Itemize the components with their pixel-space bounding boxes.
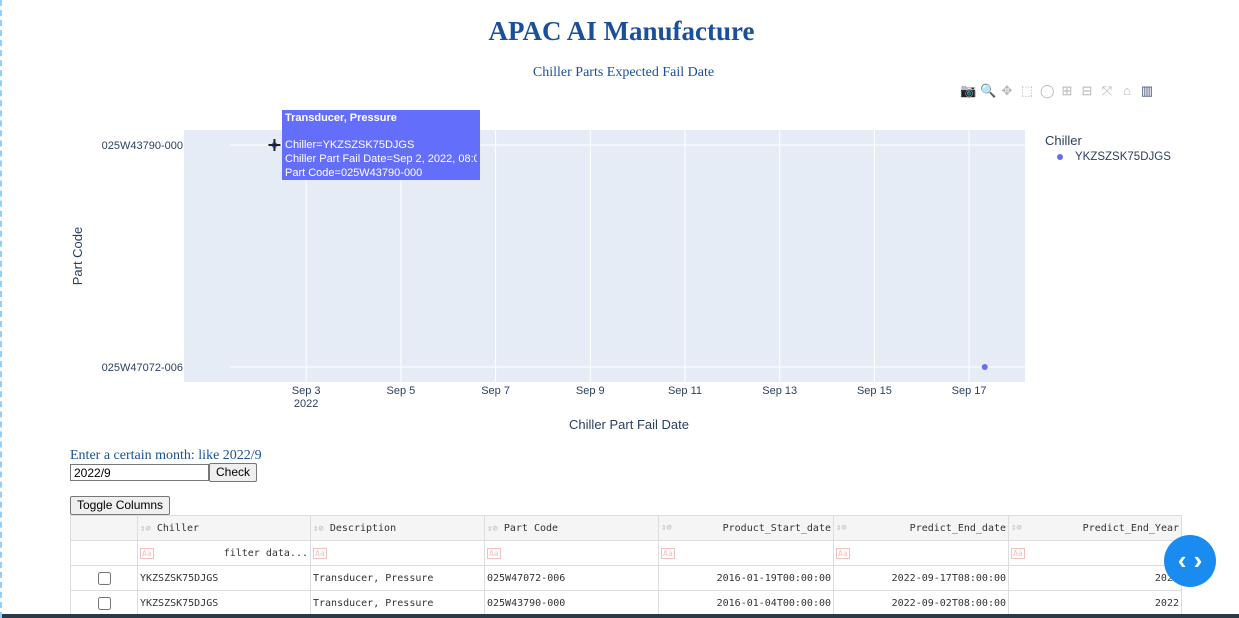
table-row: YKZSZSK75DJGS Transducer, Pressure 025W4… bbox=[70, 565, 1182, 591]
x-tick-label: Sep 15 bbox=[857, 385, 892, 397]
x-tick-label: Sep 17 bbox=[952, 385, 987, 397]
month-input[interactable] bbox=[70, 464, 209, 481]
x-tick-label: Sep 5 bbox=[387, 385, 416, 397]
chart: Sep 32022 Sep 5 Sep 7 Sep 9 Sep 11 Sep 13 Sep … bbox=[70, 130, 1025, 432]
y-axis-title: Part Code bbox=[70, 227, 85, 286]
x-tick-label: Sep 7 bbox=[481, 385, 510, 397]
column-header[interactable]: ⇕⊘ Description bbox=[310, 515, 485, 541]
column-header[interactable]: ⇕⊘ Product_Start_date bbox=[658, 515, 834, 541]
row-checkbox[interactable] bbox=[98, 596, 111, 610]
filter-input[interactable]: Aa bbox=[833, 540, 1009, 566]
x-tick-label: Sep 3 bbox=[292, 385, 321, 397]
filter-input[interactable]: Aa bbox=[484, 540, 659, 566]
column-header[interactable]: ⇕⊘ Predict_End_Year bbox=[1008, 515, 1182, 541]
header-row: ⇕⊘ Chiller ⇕⊘ Description ⇕⊘ Part Code ⇕… bbox=[70, 515, 1182, 541]
legend-title: Chiller bbox=[1045, 133, 1082, 148]
cell: Transducer, Pressure bbox=[310, 565, 485, 591]
cell: 2016-01-04T00:00:00 bbox=[658, 590, 834, 616]
table-row: YKZSZSK75DJGS Transducer, Pressure 025W4… bbox=[70, 590, 1182, 616]
x-tick-label: Sep 9 bbox=[576, 385, 605, 397]
column-header[interactable]: ⇕⊘ Part Code bbox=[484, 515, 659, 541]
y-tick-label: 025W47072-006 bbox=[102, 362, 183, 374]
legend: Chiller YKZSZSK75DJGS bbox=[1045, 133, 1171, 163]
column-header[interactable]: ⇕⊘ Chiller bbox=[137, 515, 311, 541]
cell: 2016-01-19T00:00:00 bbox=[658, 565, 834, 591]
tooltip-title: Transducer, Pressure bbox=[285, 112, 397, 124]
cell: Transducer, Pressure bbox=[310, 590, 485, 616]
cell: 2022-09-17T08:00:00 bbox=[833, 565, 1009, 591]
check-button[interactable]: Check bbox=[209, 463, 258, 482]
legend-marker bbox=[1057, 153, 1063, 160]
cell: 2022-09-02T08:00:00 bbox=[833, 590, 1009, 616]
x-axis-title: Chiller Part Fail Date bbox=[569, 417, 689, 432]
x-tick-sublabel: 2022 bbox=[294, 398, 318, 410]
cell: 025W43790-000 bbox=[484, 590, 659, 616]
scrollbar[interactable] bbox=[2, 614, 1239, 618]
cell: 2022 bbox=[1008, 590, 1182, 616]
filter-input[interactable]: Aa bbox=[1008, 540, 1182, 566]
filter-input[interactable]: Aa filter data... bbox=[137, 540, 311, 566]
cell: 2022 bbox=[1008, 565, 1182, 591]
month-prompt: Enter a certain month: like 2022/9 bbox=[70, 448, 262, 463]
hover-tooltip: Transducer, Pressure Chiller=YKZSZSK75DJ… bbox=[282, 110, 480, 180]
data-table: ⇕⊘ Chiller ⇕⊘ Description ⇕⊘ Part Code ⇕… bbox=[70, 515, 1182, 616]
x-tick-label: Sep 11 bbox=[668, 385, 702, 397]
cell: YKZSZSK75DJGS bbox=[137, 590, 311, 616]
filter-input[interactable]: Aa bbox=[658, 540, 834, 566]
legend-label: YKZSZSK75DJGS bbox=[1075, 151, 1171, 163]
x-tick-label: Sep 13 bbox=[762, 385, 797, 397]
tooltip-line: Part Code=025W43790-000 bbox=[285, 166, 423, 179]
data-point[interactable] bbox=[981, 364, 988, 370]
legend-item[interactable]: YKZSZSK75DJGS bbox=[1057, 151, 1171, 163]
filter-input[interactable]: Aa bbox=[310, 540, 485, 566]
tooltip-line: Chiller=YKZSZSK75DJGS bbox=[285, 139, 415, 152]
tooltip-line: Chiller Part Fail Date=Sep 2, 2022, 08:0… bbox=[285, 153, 477, 166]
code-toggle-button[interactable]: ‹ › bbox=[1164, 535, 1216, 587]
row-checkbox[interactable] bbox=[98, 571, 111, 585]
cell: 025W47072-006 bbox=[484, 565, 659, 591]
column-header[interactable]: ⇕⊘ Predict_End_date bbox=[833, 515, 1009, 541]
y-tick-label: 025W43790-000 bbox=[102, 140, 183, 152]
toggle-columns-button[interactable]: Toggle Columns bbox=[70, 496, 171, 515]
cell: YKZSZSK75DJGS bbox=[137, 565, 311, 591]
filter-row: Aa filter data... Aa Aa Aa Aa Aa bbox=[70, 540, 1182, 566]
